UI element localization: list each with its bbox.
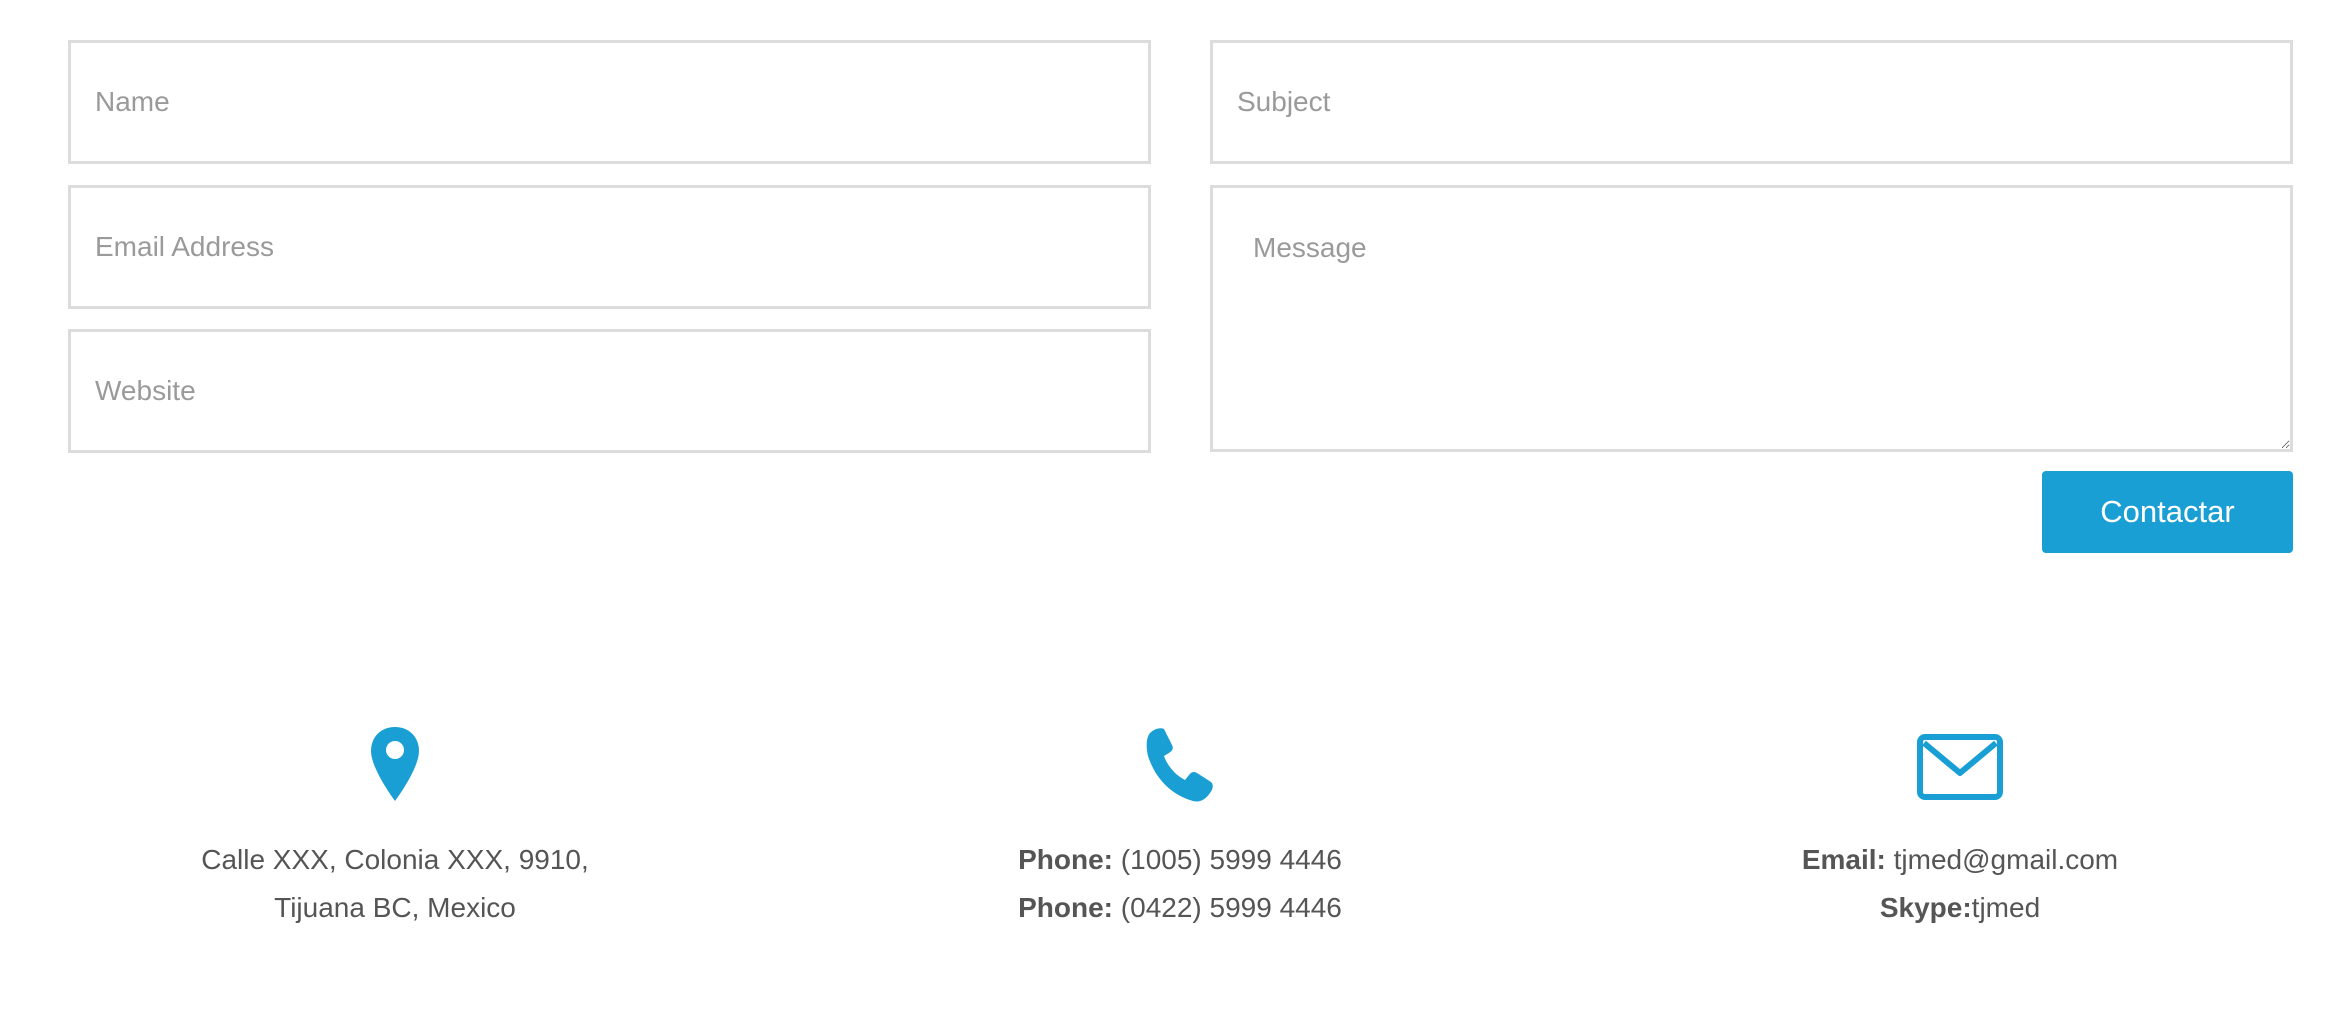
email-input[interactable] (68, 185, 1151, 309)
phone-value-2: (0422) 5999 4446 (1113, 892, 1342, 923)
contactar-button[interactable]: Contactar (2042, 471, 2293, 553)
name-input[interactable] (68, 40, 1151, 164)
skype-label: Skype: (1879, 892, 1972, 923)
phone-label-2: Phone: (1018, 892, 1114, 923)
skype-value: tjmed (1971, 892, 2041, 923)
address-line-1: Calle XXX, Colonia XXX, 9910, (201, 844, 589, 875)
email-info: Email: tjmed@gmail.com Skype:tjmed (1660, 725, 2260, 932)
email-value[interactable]: tjmed@gmail.com (1886, 844, 2119, 875)
phone-value-1: (1005) 5999 4446 (1113, 844, 1342, 875)
phone-info: Phone: (1005) 5999 4446 Phone: (0422) 59… (880, 725, 1480, 932)
phone-line-2: Phone: (0422) 5999 4446 (880, 884, 1480, 932)
envelope-icon (1917, 734, 2003, 800)
message-textarea[interactable] (1210, 185, 2293, 452)
skype-line: Skype:tjmed (1660, 884, 2260, 932)
subject-input[interactable] (1210, 40, 2293, 164)
phone-label-1: Phone: (1018, 844, 1114, 875)
address-info: Calle XXX, Colonia XXX, 9910, Tijuana BC… (95, 725, 695, 932)
map-pin-icon (371, 727, 419, 801)
phone-line-1: Phone: (1005) 5999 4446 (880, 836, 1480, 884)
website-input[interactable] (68, 329, 1151, 453)
email-line: Email: tjmed@gmail.com (1660, 836, 2260, 884)
phone-icon (1146, 728, 1213, 802)
address-line-2: Tijuana BC, Mexico (274, 892, 516, 923)
email-label: Email: (1801, 844, 1886, 875)
